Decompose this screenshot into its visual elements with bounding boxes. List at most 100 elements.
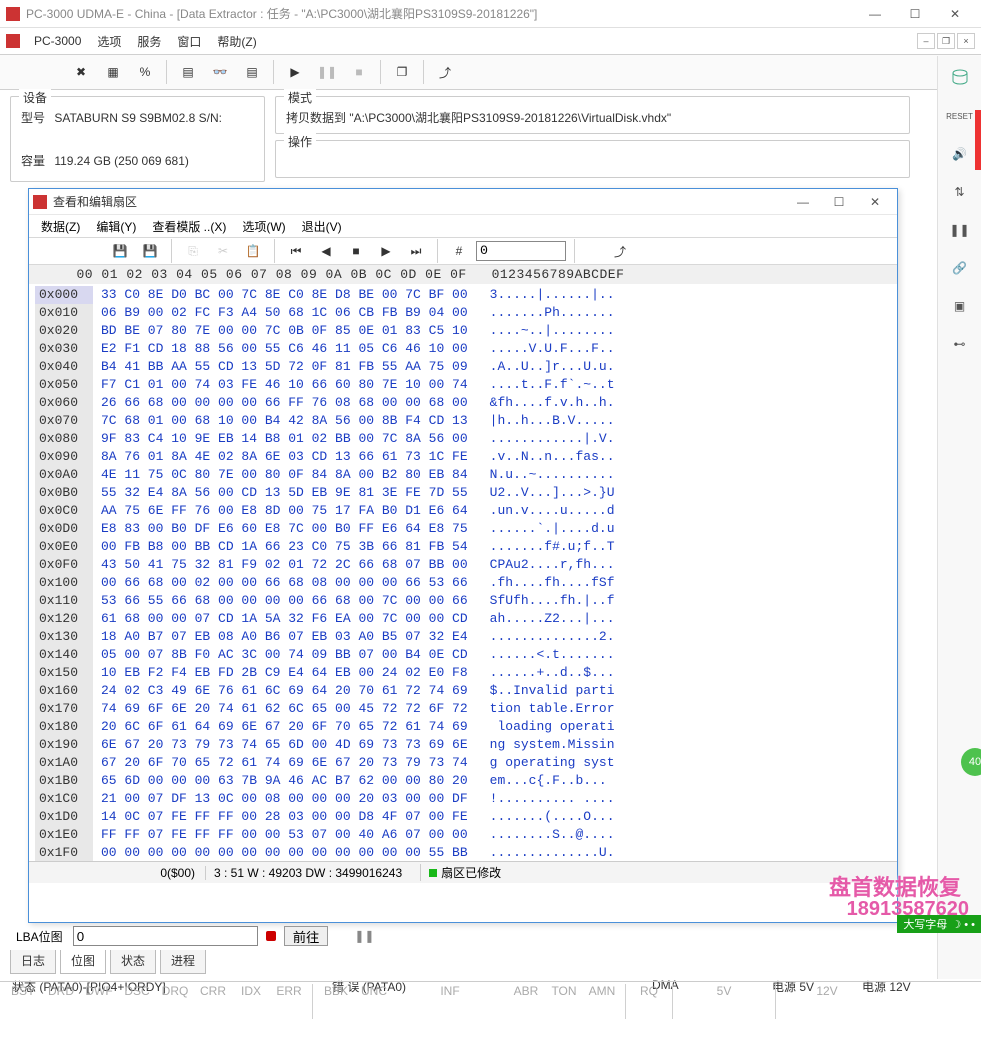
lba-input[interactable]: [73, 926, 258, 946]
hex-row[interactable]: 0x1E0FF FF 07 FE FF FF 00 00 53 07 00 40…: [35, 826, 891, 844]
main-titlebar: PC-3000 UDMA-E - China - [Data Extractor…: [0, 0, 981, 28]
rs-reset-icon[interactable]: RESET: [946, 104, 974, 128]
hex-row[interactable]: 0x12061 68 00 00 07 CD 1A 5A 32 F6 EA 00…: [35, 610, 891, 628]
hex-row[interactable]: 0x1C021 00 07 DF 13 0C 00 08 00 00 00 20…: [35, 790, 891, 808]
hex-row[interactable]: 0x0E000 FB B8 00 BB CD 1A 66 23 C0 75 3B…: [35, 538, 891, 556]
tool-chip-icon[interactable]: ▦: [98, 57, 128, 87]
stop-button[interactable]: ■: [344, 57, 374, 87]
hex-row[interactable]: 0x040B4 41 BB AA 55 CD 13 5D 72 0F 81 FB…: [35, 358, 891, 376]
tool-doc-icon[interactable]: ▤: [237, 57, 267, 87]
tool-sector-icon[interactable]: ▤: [173, 57, 203, 87]
hex-row[interactable]: 0x01006 B9 00 02 FC F3 A4 50 68 1C 06 CB…: [35, 304, 891, 322]
menu-help[interactable]: 帮助(Z): [209, 29, 264, 54]
mdi-close-button[interactable]: ×: [957, 33, 975, 49]
pata-status-group: BSYDRDDWFDSCDRQCRRIDXERR: [6, 984, 306, 1019]
tab-log[interactable]: 日志: [10, 950, 56, 974]
hex-row[interactable]: 0x16024 02 C3 49 6E 76 61 6C 69 64 20 70…: [35, 682, 891, 700]
tool-copy-icon[interactable]: ❐: [387, 57, 417, 87]
hex-row[interactable]: 0x18020 6C 6F 61 64 69 6E 67 20 6F 70 65…: [35, 718, 891, 736]
rs-slider-icon[interactable]: ⇅: [946, 180, 974, 204]
tab-status[interactable]: 状态: [110, 950, 156, 974]
sector-menu-edit[interactable]: 编辑(Y): [88, 216, 144, 237]
hex-row[interactable]: 0x0908A 76 01 8A 4E 02 8A 6E 03 CD 13 66…: [35, 448, 891, 466]
rs-cylinder-icon[interactable]: [946, 66, 974, 90]
sector-close-button[interactable]: ✕: [857, 189, 893, 215]
hex-row[interactable]: 0x14005 00 07 8B F0 AC 3C 00 74 09 BB 07…: [35, 646, 891, 664]
sector-maximize-button[interactable]: ☐: [821, 189, 857, 215]
sector-exit-icon[interactable]: ⤴: [607, 239, 633, 263]
app-name[interactable]: PC-3000: [26, 30, 89, 52]
hex-row[interactable]: 0x00033 C0 8E D0 BC 00 7C 8E C0 8E D8 BE…: [35, 286, 891, 304]
hex-row[interactable]: 0x1B065 6D 00 00 00 63 7B 9A 46 AC B7 62…: [35, 772, 891, 790]
tool-binoculars-icon[interactable]: 👓: [205, 57, 235, 87]
rs-pause-icon[interactable]: ❚❚: [946, 218, 974, 242]
hex-row[interactable]: 0x1F000 00 00 00 00 00 00 00 00 00 00 00…: [35, 844, 891, 861]
hex-row[interactable]: 0x030E2 F1 CD 18 88 56 00 55 C6 46 11 05…: [35, 340, 891, 358]
hex-row[interactable]: 0x0707C 68 01 00 68 10 00 B4 42 8A 56 00…: [35, 412, 891, 430]
tool-wrench-icon[interactable]: ✖: [66, 57, 96, 87]
hex-row[interactable]: 0x0809F 83 C4 10 9E EB 14 B8 01 02 BB 00…: [35, 430, 891, 448]
menu-services[interactable]: 服务: [129, 29, 169, 54]
offset-input[interactable]: [476, 241, 566, 261]
close-button[interactable]: ✕: [935, 1, 975, 27]
tabs-row: 日志 位图 状态 进程: [10, 950, 933, 974]
tab-process[interactable]: 进程: [160, 950, 206, 974]
paste-icon[interactable]: 📋: [240, 239, 266, 263]
model-value: SATABURN S9 S9BM02.8 S/N:: [54, 111, 222, 125]
hex-row[interactable]: 0x0C0AA 75 6E FF 76 00 E8 8D 00 75 17 FA…: [35, 502, 891, 520]
nav-next-icon[interactable]: ▶: [373, 239, 399, 263]
hex-row[interactable]: 0x1D014 0C 07 FE FF FF 00 28 03 00 00 D8…: [35, 808, 891, 826]
rs-sound-icon[interactable]: 🔊: [946, 142, 974, 166]
rs-chain-icon[interactable]: 🔗: [946, 256, 974, 280]
capacity-label: 容量: [21, 152, 51, 169]
hex-row[interactable]: 0x0A04E 11 75 0C 80 7E 00 80 0F 84 8A 00…: [35, 466, 891, 484]
copy-icon[interactable]: ⎘: [180, 239, 206, 263]
rs-pin-icon[interactable]: ⊷: [946, 332, 974, 356]
info-panel: 设备 型号 SATABURN S9 S9BM02.8 S/N: 容量 119.2…: [0, 90, 920, 188]
hex-row[interactable]: 0x1A067 20 6F 70 65 72 61 74 69 6E 67 20…: [35, 754, 891, 772]
tool-percent-icon[interactable]: %: [130, 57, 160, 87]
nav-first-icon[interactable]: ⏮: [283, 239, 309, 263]
goto-icon[interactable]: #: [446, 239, 472, 263]
hex-row[interactable]: 0x020BD BE 07 80 7E 00 00 7C 0B 0F 85 0E…: [35, 322, 891, 340]
led-icon: [429, 869, 437, 877]
hex-row[interactable]: 0x0F043 50 41 75 32 81 F9 02 01 72 2C 66…: [35, 556, 891, 574]
nav-last-icon[interactable]: ⏭: [403, 239, 429, 263]
exit-icon[interactable]: ⤴: [430, 57, 460, 87]
nav-prev-icon[interactable]: ◀: [313, 239, 339, 263]
sector-menu-exit[interactable]: 退出(V): [294, 216, 350, 237]
hex-row[interactable]: 0x15010 EB F2 F4 EB FD 2B C9 E4 64 EB 00…: [35, 664, 891, 682]
hex-view[interactable]: 00 01 02 03 04 05 06 07 08 09 0A 0B 0C 0…: [29, 265, 897, 861]
menu-options[interactable]: 选项: [89, 29, 129, 54]
mdi-restore-button[interactable]: ❐: [937, 33, 955, 49]
sector-menu-data[interactable]: 数据(Z): [33, 216, 88, 237]
sector-minimize-button[interactable]: —: [785, 189, 821, 215]
cut-icon[interactable]: ✂: [210, 239, 236, 263]
pause-button[interactable]: ❚❚: [312, 57, 342, 87]
hex-row[interactable]: 0x17074 69 6F 6E 20 74 61 62 6C 65 00 45…: [35, 700, 891, 718]
play-button[interactable]: ▶: [280, 57, 310, 87]
mdi-minimize-button[interactable]: –: [917, 33, 935, 49]
minimize-button[interactable]: —: [855, 1, 895, 27]
go-button[interactable]: 前往: [284, 926, 329, 946]
hex-row[interactable]: 0x11053 66 55 66 68 00 00 00 00 66 68 00…: [35, 592, 891, 610]
rs-layer-icon[interactable]: ▣: [946, 294, 974, 318]
maximize-button[interactable]: ☐: [895, 1, 935, 27]
save-all-icon[interactable]: 💾: [137, 239, 163, 263]
rec-indicator-icon: [266, 931, 276, 941]
nav-stop-icon[interactable]: ■: [343, 239, 369, 263]
hex-row[interactable]: 0x050F7 C1 01 00 74 03 FE 46 10 66 60 80…: [35, 376, 891, 394]
bottom-status: BSYDRDDWFDSCDRQCRRIDXERR BBKUNCINFABRTON…: [0, 981, 981, 1021]
sector-menu-options[interactable]: 选项(W): [234, 216, 293, 237]
sector-menu-template[interactable]: 查看模版 ..(X): [144, 216, 234, 237]
hex-row[interactable]: 0x0D0E8 83 00 B0 DF E6 60 E8 7C 00 B0 FF…: [35, 520, 891, 538]
hex-row[interactable]: 0x1906E 67 20 73 79 73 74 65 6D 00 4D 69…: [35, 736, 891, 754]
tab-bitmap[interactable]: 位图: [60, 950, 106, 974]
hex-row[interactable]: 0x0B055 32 E4 8A 56 00 CD 13 5D EB 9E 81…: [35, 484, 891, 502]
hex-row[interactable]: 0x10000 66 68 00 02 00 00 66 68 08 00 00…: [35, 574, 891, 592]
hex-row[interactable]: 0x06026 66 68 00 00 00 00 66 FF 76 08 68…: [35, 394, 891, 412]
save-icon[interactable]: 💾: [107, 239, 133, 263]
menu-window[interactable]: 窗口: [169, 29, 209, 54]
status-flag: CRR: [196, 984, 230, 998]
hex-row[interactable]: 0x13018 A0 B7 07 EB 08 A0 B6 07 EB 03 A0…: [35, 628, 891, 646]
